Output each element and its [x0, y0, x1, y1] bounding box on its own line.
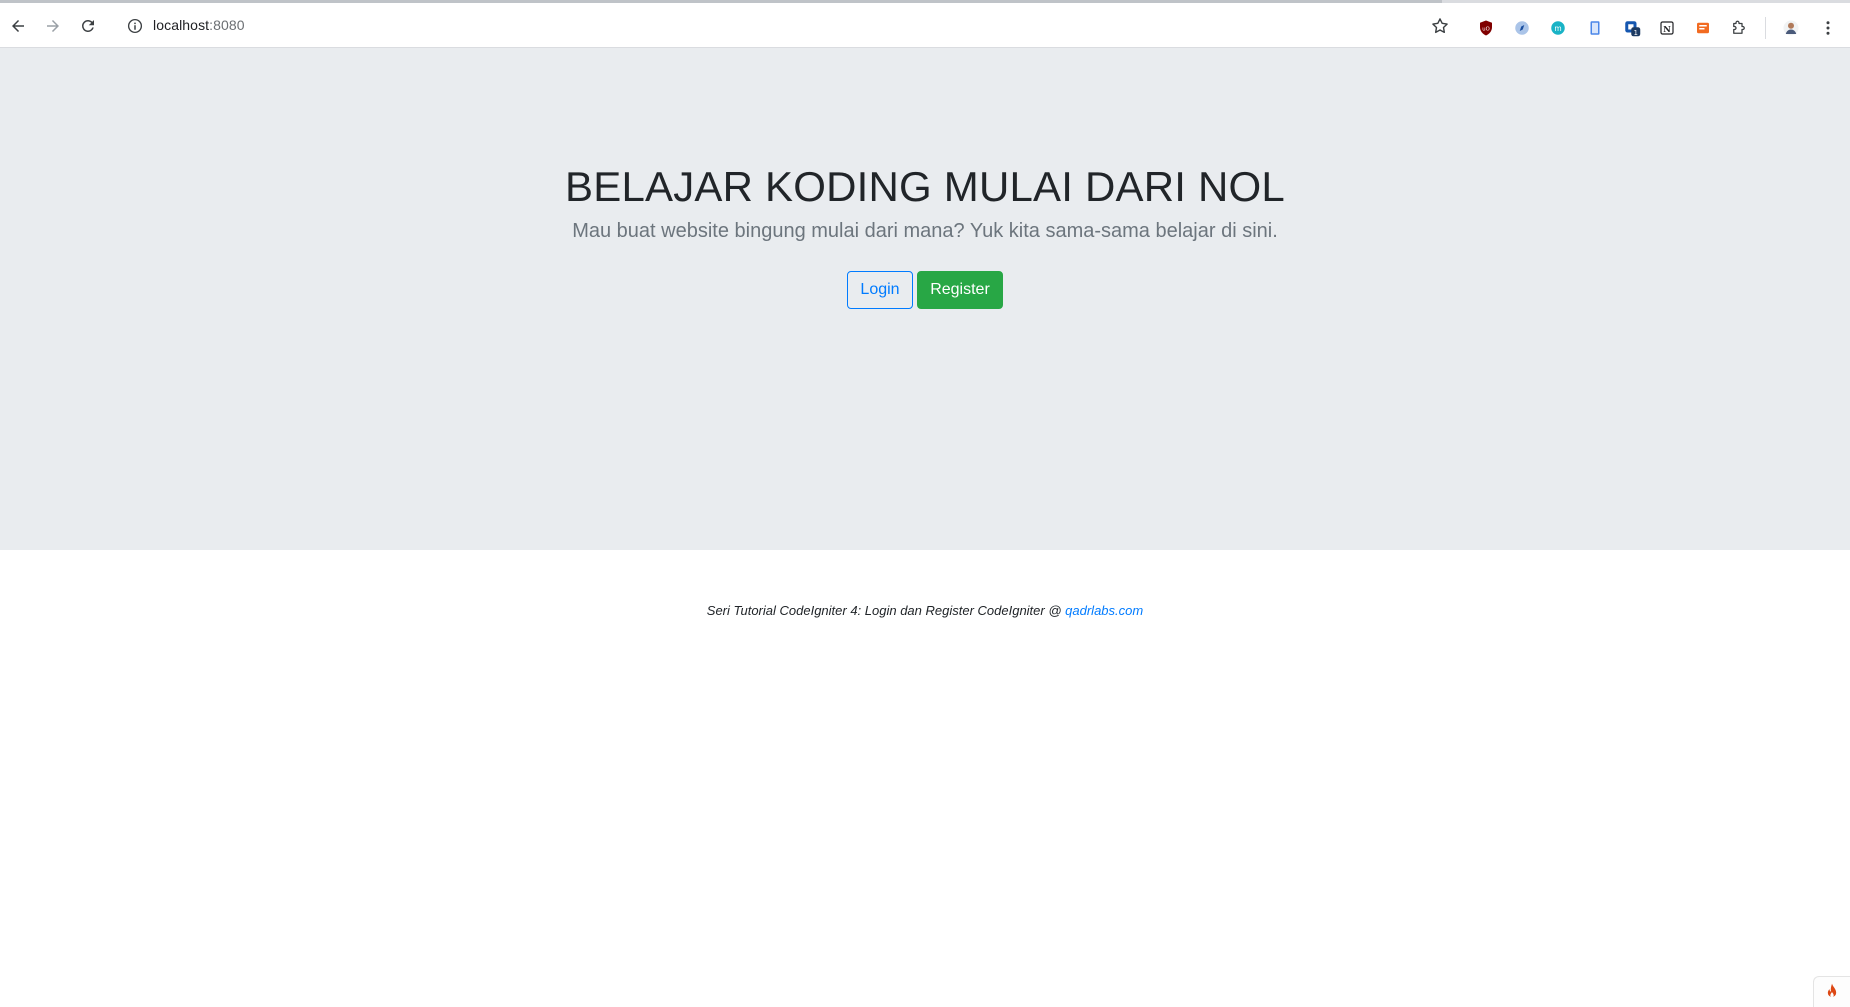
badge-extension-icon[interactable]: 1 [1622, 18, 1642, 38]
reload-button[interactable] [73, 11, 103, 41]
svg-text:m: m [1554, 24, 1561, 33]
footer-text: Seri Tutorial CodeIgniter 4: Login dan R… [706, 603, 1066, 618]
url-host: localhost [153, 17, 210, 33]
footer: Seri Tutorial CodeIgniter 4: Login dan R… [0, 603, 1850, 618]
svg-text:N: N [1663, 24, 1671, 34]
url-port: :8080 [209, 17, 245, 33]
toolbar-divider [1765, 17, 1766, 39]
arrow-right-icon [47, 20, 59, 32]
hero-jumbotron: BELAJAR KODING MULAI DARI NOL Mau buat w… [0, 48, 1850, 550]
login-button[interactable]: Login [847, 271, 913, 309]
footer-link[interactable]: qadrlabs.com [1065, 603, 1143, 618]
compass-icon[interactable] [1512, 18, 1532, 38]
arrow-left-icon [12, 20, 24, 32]
reader-extension-icon[interactable] [1693, 18, 1713, 38]
notion-icon[interactable]: N [1657, 18, 1677, 38]
star-icon[interactable] [1430, 16, 1450, 36]
browser-toolbar: localhost:8080 uO m 1 N [0, 0, 1850, 48]
hero-title: BELAJAR KODING MULAI DARI NOL [565, 163, 1285, 210]
puzzle-icon[interactable] [1729, 18, 1749, 38]
address-bar[interactable]: localhost:8080 [120, 9, 1456, 43]
svg-text:uO: uO [1482, 26, 1489, 32]
m-extension-icon[interactable]: m [1548, 18, 1568, 38]
forward-button[interactable] [38, 11, 68, 41]
codeigniter-debug-toggle[interactable] [1813, 976, 1850, 1007]
reload-icon [81, 19, 94, 32]
back-button[interactable] [3, 11, 33, 41]
avatar-icon[interactable] [1781, 18, 1801, 38]
flame-icon [1827, 983, 1837, 997]
clipboard-icon[interactable] [1585, 18, 1605, 38]
loading-indicator [0, 0, 1442, 3]
url-text[interactable]: localhost:8080 [153, 17, 245, 33]
hero-subtitle: Mau buat website bingung mulai dari mana… [572, 220, 1278, 242]
ublock-icon[interactable]: uO [1476, 18, 1496, 38]
kebab-menu-icon[interactable] [1818, 18, 1838, 38]
hero-button-group: Login Register [0, 271, 1850, 309]
register-button[interactable]: Register [917, 271, 1003, 309]
extension-badge-count: 1 [1634, 29, 1638, 37]
info-icon[interactable] [126, 17, 144, 35]
